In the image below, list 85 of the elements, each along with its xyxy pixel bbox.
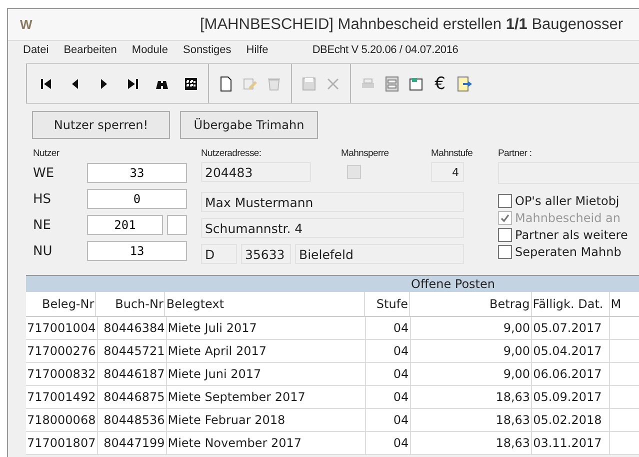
menu-item[interactable]: Bearbeiten bbox=[64, 44, 117, 56]
table-cell: Miete Juni 2017 bbox=[166, 363, 366, 385]
euro-button[interactable]: € bbox=[431, 74, 449, 94]
table-cell: 04 bbox=[366, 386, 411, 408]
input-field[interactable]: 13 bbox=[87, 241, 187, 261]
card-icon[interactable] bbox=[408, 76, 424, 92]
action-button[interactable]: Nutzer sperren! bbox=[32, 111, 170, 139]
table-cell: Miete April 2017 bbox=[166, 340, 366, 362]
form-icon[interactable] bbox=[384, 76, 400, 92]
table-cell: 18,63 bbox=[410, 409, 532, 431]
table-cell: 04 bbox=[366, 340, 411, 362]
field-label: NE bbox=[33, 218, 52, 232]
table-cell: Miete September 2017 bbox=[166, 386, 366, 408]
readonly-field: Schumannstr. 4 bbox=[201, 218, 464, 238]
column-header[interactable]: M bbox=[610, 292, 639, 316]
input-field[interactable]: 33 bbox=[87, 163, 187, 183]
checkmark-icon bbox=[500, 212, 510, 222]
column-header[interactable]: Buch-Nr bbox=[96, 292, 166, 316]
table-cell: 9,00 bbox=[410, 317, 532, 339]
export-icon[interactable] bbox=[456, 76, 472, 92]
menu-item[interactable]: Sonstiges bbox=[182, 44, 232, 56]
grid-icon[interactable] bbox=[183, 76, 199, 92]
field-label: WE bbox=[33, 166, 56, 180]
table-cell: 04 bbox=[366, 363, 411, 385]
menu-item[interactable]: Hilfe bbox=[246, 44, 268, 56]
version-text: DBEcht V 5.20.06 / 04.07.2016 bbox=[312, 44, 458, 56]
field-label: Mahnstufe bbox=[431, 148, 474, 160]
table-cell: 80446384 bbox=[98, 317, 167, 339]
table-cell: 80445721 bbox=[98, 340, 167, 362]
table-cell: 80447199 bbox=[98, 432, 167, 454]
column-header[interactable]: Stufe bbox=[365, 292, 410, 316]
table-cell: 05.07.2017 bbox=[532, 317, 610, 339]
input-field[interactable] bbox=[167, 215, 187, 235]
checkbox-option[interactable]: OP's aller Mietobj bbox=[498, 192, 639, 209]
table-cell: 717001492 bbox=[26, 386, 98, 408]
document-icon[interactable] bbox=[218, 76, 234, 92]
readonly-field: Max Mustermann bbox=[201, 192, 464, 212]
table-cell: 80446875 bbox=[98, 386, 167, 408]
table-cell: 717000832 bbox=[26, 363, 98, 385]
field-label: NU bbox=[33, 244, 54, 258]
table-cell: 04 bbox=[366, 317, 411, 339]
window-title: [MAHNBESCHEID] Mahnbescheid erstellen 1/1 Baugenosser bbox=[200, 16, 624, 34]
readonly-field: 4 bbox=[431, 162, 464, 182]
column-header[interactable]: Beleg-Nr bbox=[26, 292, 96, 316]
column-header[interactable]: Betrag bbox=[410, 292, 532, 316]
field-label: Nutzer bbox=[33, 148, 60, 160]
table-cell: 05.02.2018 bbox=[532, 409, 610, 431]
table-cell: 18,63 bbox=[410, 432, 532, 454]
field-label: Partner : bbox=[498, 148, 533, 160]
column-header[interactable]: Fälligk. Dat. bbox=[532, 292, 610, 316]
field-label: Nutzeradresse: bbox=[201, 148, 262, 160]
app-icon: W bbox=[20, 17, 200, 32]
table-cell: 05.09.2017 bbox=[532, 386, 610, 408]
table-cell: 06.06.2017 bbox=[532, 363, 610, 385]
table-cell: 80448536 bbox=[98, 409, 167, 431]
table-cell: Miete Juli 2017 bbox=[166, 317, 366, 339]
readonly-field: 35633 bbox=[241, 244, 291, 264]
table-cell: 717000276 bbox=[26, 340, 98, 362]
menu-item[interactable]: Datei bbox=[23, 44, 49, 56]
table-title: Offene Posten bbox=[26, 276, 639, 292]
table-cell: Miete Februar 2018 bbox=[166, 409, 366, 431]
readonly-field: D bbox=[201, 244, 237, 264]
table-cell: 03.11.2017 bbox=[532, 432, 610, 454]
table-cell: 04 bbox=[366, 432, 411, 454]
table-cell: 05.04.2017 bbox=[532, 340, 610, 362]
input-field[interactable]: 201 bbox=[87, 215, 163, 235]
readonly-field: 204483 bbox=[201, 162, 311, 182]
table-cell: 718000068 bbox=[26, 409, 98, 431]
field-label: Mahnsperre bbox=[341, 148, 389, 160]
table-cell: Miete November 2017 bbox=[166, 432, 366, 454]
table-cell: 717001807 bbox=[26, 432, 98, 454]
menu-item[interactable]: Module bbox=[132, 44, 168, 56]
table-cell: 04 bbox=[366, 409, 411, 431]
table-cell: 9,00 bbox=[410, 363, 532, 385]
readonly-field: Bielefeld bbox=[295, 244, 464, 264]
input-field[interactable]: 0 bbox=[87, 189, 187, 209]
table-cell: 717001004 bbox=[26, 317, 98, 339]
table-cell: 80446187 bbox=[98, 363, 167, 385]
table-cell: 9,00 bbox=[410, 340, 532, 362]
action-button[interactable]: Übergabe Trimahn bbox=[180, 111, 318, 139]
column-header[interactable]: Belegtext bbox=[165, 292, 366, 316]
checkbox-option[interactable]: Seperaten Mahnb bbox=[498, 243, 639, 260]
field-label: HS bbox=[33, 192, 52, 206]
table-cell: 18,63 bbox=[410, 386, 532, 408]
checkbox-option[interactable]: Partner als weitere bbox=[498, 226, 639, 243]
